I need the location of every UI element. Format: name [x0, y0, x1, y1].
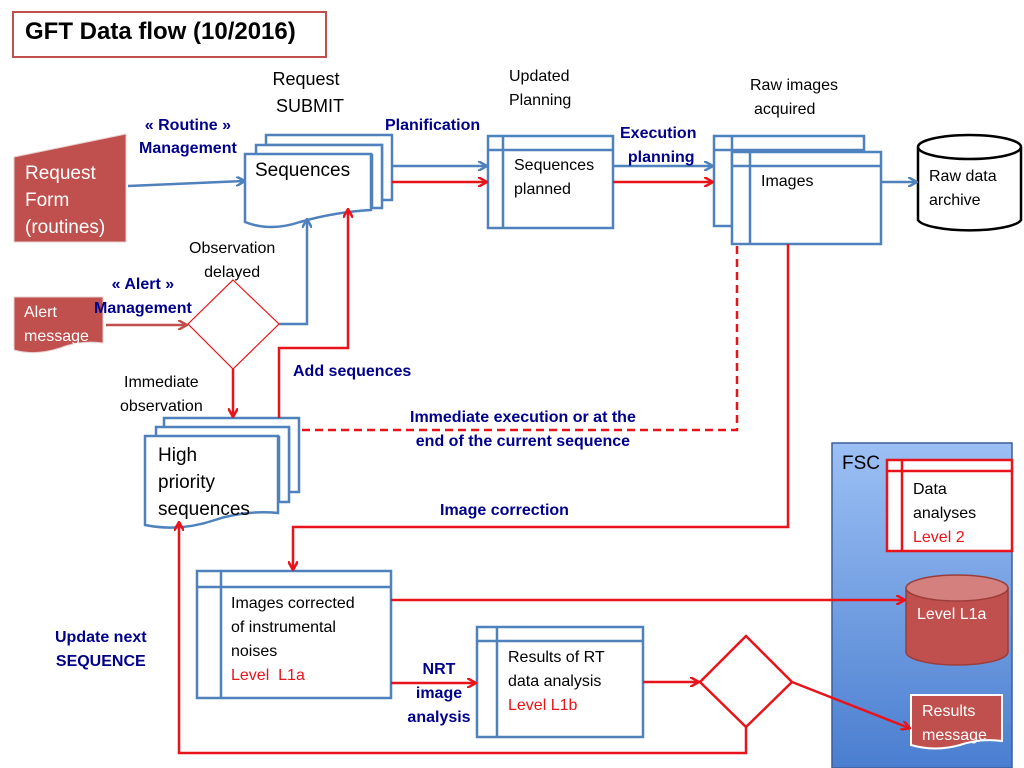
annotation-line: NRT	[422, 661, 456, 678]
request-form-line: Request	[25, 163, 96, 184]
request-submit-label: Request SUBMIT	[268, 66, 344, 120]
level-tag: Level 2	[913, 529, 965, 546]
immediate-execution-label: Immediate execution or at the end of the…	[410, 406, 636, 454]
alert-message-label: Alert message	[24, 301, 89, 349]
level-tag: Level L1b	[508, 697, 578, 714]
annotation-line: Update next	[55, 629, 147, 646]
annotation-line: planning	[627, 149, 695, 166]
box-line: archive	[929, 192, 981, 209]
box-line: planned	[514, 181, 571, 198]
box-line: Images corrected	[231, 595, 355, 612]
box-line: Data	[913, 481, 947, 498]
annotation-line: delayed	[204, 264, 261, 281]
box-line: data analysis	[508, 673, 602, 690]
results-decision-diamond	[698, 634, 794, 729]
annotation-line: « Routine »	[144, 117, 232, 134]
box-line: Results of RT	[508, 649, 605, 666]
alert-message-line: message	[24, 328, 89, 345]
annotation-line: Observation	[189, 240, 276, 257]
arrow-add-sequences	[277, 210, 348, 418]
rt-results-label: Results of RT data analysis Level L1b	[508, 646, 605, 718]
alert-management-label: « Alert » Management	[94, 273, 192, 321]
annotation-line: SUBMIT	[276, 96, 345, 116]
update-next-sequence-label: Update next SEQUENCE	[55, 626, 147, 674]
images-label: Images	[761, 173, 814, 190]
box-line: Results	[922, 703, 976, 720]
arrow-observation-delayed	[279, 220, 307, 326]
nrt-image-analysis-label: NRT image analysis	[405, 658, 473, 730]
annotation-line: Immediate execution or at the	[410, 409, 636, 426]
images-corrected-label: Images corrected of instrumental noises …	[231, 592, 355, 688]
image-correction-label: Image correction	[440, 502, 569, 519]
observation-delayed-label: Observation delayed	[189, 237, 275, 285]
alert-decision-diamond	[187, 279, 280, 370]
add-sequences-label: Add sequences	[293, 363, 412, 380]
box-line: Raw data	[929, 168, 997, 185]
routine-management-label: « Routine » Management	[139, 114, 237, 160]
updated-planning-label: Updated Planning	[509, 65, 571, 113]
annotation-line: acquired	[754, 101, 816, 118]
annotation-line: Updated	[509, 68, 570, 85]
box-line: noises	[231, 643, 278, 660]
execution-planning-label: Execution planning	[620, 122, 696, 170]
raw-images-acquired-label: Raw images acquired	[750, 74, 838, 122]
annotation-line: Planning	[509, 92, 572, 109]
annotation-line: SEQUENCE	[55, 653, 146, 670]
level-tag: Level L1a	[231, 667, 305, 684]
annotation-line: observation	[120, 398, 203, 415]
annotation-line: image	[415, 685, 463, 702]
data-analyses-label: Data analyses Level 2	[913, 478, 976, 550]
annotation-line: « Alert »	[111, 276, 175, 293]
box-line: High	[158, 445, 198, 466]
sequences-planned-label: Sequences planned	[514, 154, 594, 202]
box-line: analyses	[913, 505, 977, 522]
annotation-line: Immediate	[124, 374, 199, 391]
high-priority-label: High priority sequences	[158, 442, 250, 523]
annotation-line: Management	[94, 300, 192, 317]
planification-label: Planification	[385, 117, 481, 134]
annotation-line: Raw images	[750, 77, 839, 94]
annotation-line: Request	[272, 69, 340, 89]
annotation-line: Management	[139, 140, 237, 157]
box-line: Sequences	[514, 157, 595, 174]
box-line: priority	[158, 472, 216, 493]
fsc-label: FSC	[842, 453, 880, 474]
page-title: GFT Data flow (10/2016)	[25, 18, 296, 45]
dashed-immediate-execution	[299, 246, 739, 432]
results-message-label: Results message	[922, 700, 987, 748]
alert-message-line: Alert	[24, 304, 57, 321]
box-line: message	[922, 727, 987, 744]
box-line: of instrumental	[231, 619, 336, 636]
annotation-line: Execution	[620, 125, 697, 142]
annotation-line: end of the current sequence	[415, 433, 631, 450]
request-form-line: Form	[25, 190, 70, 211]
arrow-routine	[127, 181, 244, 188]
sequences-label: Sequences	[255, 160, 351, 181]
box-line: sequences	[158, 499, 250, 520]
request-form-label: Request Form (routines)	[25, 160, 105, 241]
immediate-observation-label: Immediate observation	[120, 371, 203, 419]
request-form-line: (routines)	[25, 217, 106, 238]
raw-data-archive-label: Raw data archive	[929, 165, 997, 213]
annotation-line: analysis	[407, 709, 471, 726]
level-l1a-db-label: Level L1a	[917, 606, 987, 623]
